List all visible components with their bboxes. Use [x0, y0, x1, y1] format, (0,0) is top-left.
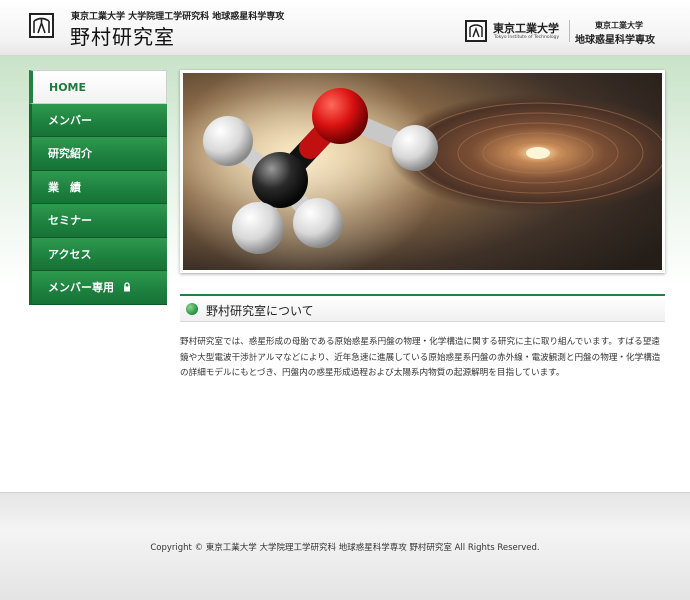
university-name-en: Tokyo Institute of Technology [494, 35, 560, 40]
site-header: 東京工業大学 大学院理工学研究科 地球惑星科学専攻 野村研究室 東京工業大学 T… [0, 0, 690, 56]
nav-item-research[interactable]: 研究紹介 [29, 137, 167, 171]
header-divider [569, 20, 570, 42]
nav-item-label: 業 績 [48, 180, 81, 194]
nav-item-publications[interactable]: 業 績 [29, 170, 167, 204]
about-title: 野村研究室について [206, 304, 314, 318]
nav-item-label: セミナー [48, 214, 92, 227]
nav-item-label: メンバー専用 [48, 281, 114, 294]
site-footer: Copyright © 東京工業大学 大学院理工学研究科 地球惑星科学専攻 野村… [0, 492, 690, 600]
nav-item-label: 研究紹介 [48, 147, 92, 160]
bullet-icon [186, 303, 198, 315]
dept-name[interactable]: 地球惑星科学専攻 [575, 31, 655, 46]
hero-image [180, 70, 665, 273]
nav-item-seminar[interactable]: セミナー [29, 204, 167, 238]
about-section-header: 野村研究室について [180, 294, 665, 322]
nav-item-members[interactable]: メンバー [29, 103, 167, 137]
university-name[interactable]: 東京工業大学 [493, 20, 559, 36]
nav-item-members-only[interactable]: メンバー専用 [29, 271, 167, 305]
nav-item-label: メンバー [48, 113, 92, 127]
dept-university[interactable]: 東京工業大学 [595, 20, 643, 31]
lab-name-title[interactable]: 野村研究室 [70, 21, 175, 50]
lock-icon [123, 272, 131, 305]
about-body-text: 野村研究室では、惑星形成の母胎である原始惑星系円盤の物理・化学構造に関する研究に… [180, 337, 661, 378]
university-logo-icon[interactable] [465, 20, 487, 42]
sidebar-nav: HOME メンバー 研究紹介 業 績 セミナー アクセス メンバー専用 [29, 70, 167, 305]
nav-item-label: HOME [49, 81, 87, 94]
nav-item-label: アクセス [48, 247, 92, 261]
nav-item-access[interactable]: アクセス [29, 237, 167, 271]
copyright-text: Copyright © 東京工業大学 大学院理工学研究科 地球惑星科学専攻 野村… [150, 543, 540, 553]
nav-item-home[interactable]: HOME [29, 70, 167, 104]
lab-logo-icon[interactable] [29, 13, 54, 38]
